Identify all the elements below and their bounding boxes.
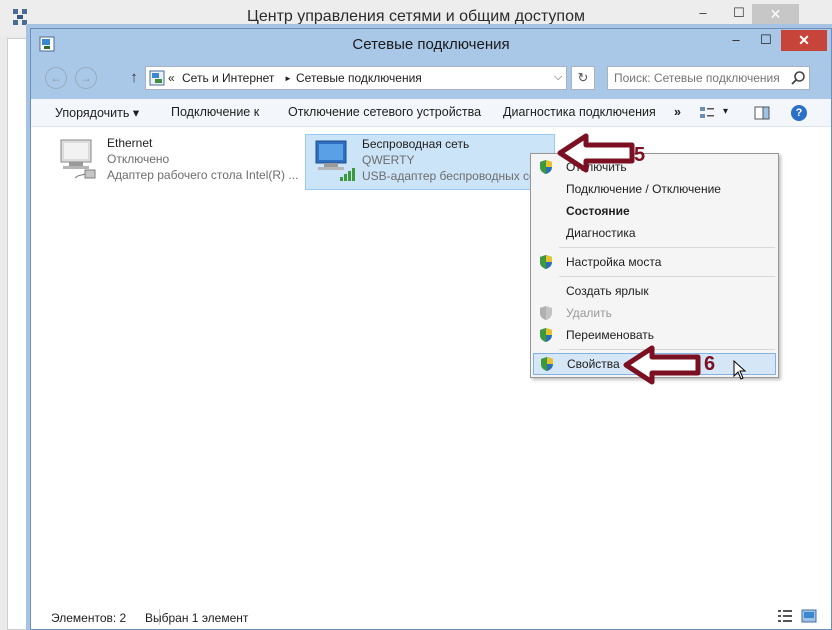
help-button[interactable]: ? — [791, 105, 807, 121]
change-view-icon[interactable] — [698, 104, 716, 122]
more-commands-button[interactable]: » — [674, 105, 681, 119]
crumb-prefix[interactable]: « — [168, 71, 175, 85]
item-status: QWERTY — [362, 153, 415, 167]
menu-label: Состояние — [566, 204, 630, 218]
menu-label: Переименовать — [566, 328, 654, 342]
item-adapter: USB-адаптер беспроводных сетей — [362, 169, 532, 183]
annotation-step-5: 5 — [634, 144, 646, 166]
details-view-icon[interactable] — [777, 609, 793, 623]
menu-connect-disconnect[interactable]: Подключение / Отключение — [533, 178, 776, 200]
uac-shield-icon — [540, 328, 552, 342]
forward-button[interactable]: → — [75, 67, 97, 89]
menu-bridge[interactable]: Настройка моста — [533, 251, 776, 273]
window-titlebar[interactable]: Сетевые подключения – ☐ ✕ — [31, 29, 831, 59]
item-adapter: Адаптер рабочего стола Intel(R) ... — [107, 168, 299, 182]
back-maximize-button[interactable]: ☐ — [726, 5, 752, 25]
wireless-connection[interactable]: Беспроводная сеть QWERTY USB-адаптер бес… — [305, 134, 555, 190]
wireless-adapter-icon — [315, 140, 355, 181]
menu-separator — [559, 247, 775, 248]
diagnose-connection-button[interactable]: Диагностика подключения — [503, 105, 656, 119]
menu-label: Свойства — [567, 357, 620, 371]
back-close-button[interactable]: ✕ — [752, 4, 799, 25]
menu-create-shortcut[interactable]: Создать ярлык — [533, 280, 776, 302]
menu-rename[interactable]: Переименовать — [533, 324, 776, 346]
network-folder-icon — [149, 70, 165, 86]
address-row: ← → ↑ « Сеть и Интернет ► Сетевые подклю… — [31, 59, 831, 99]
menu-label: Удалить — [566, 306, 612, 320]
selection-count: Выбран 1 элемент — [145, 611, 249, 625]
menu-label: Диагностика — [566, 226, 636, 240]
menu-delete[interactable]: Удалить — [533, 302, 776, 324]
search-icon[interactable] — [790, 70, 806, 86]
status-bar: Элементов: 2 Выбран 1 элемент — [31, 597, 831, 629]
mouse-cursor-icon — [733, 360, 747, 380]
window-title: Сетевые подключения — [352, 36, 510, 53]
maximize-button[interactable]: ☐ — [753, 32, 779, 52]
uac-shield-icon — [541, 357, 553, 371]
item-name: Ethernet — [107, 136, 153, 150]
menu-label: Создать ярлык — [566, 284, 649, 298]
breadcrumb-separator[interactable]: ► — [284, 74, 292, 83]
back-button[interactable]: ← — [45, 67, 67, 89]
search-input[interactable] — [614, 70, 784, 86]
item-name: Беспроводная сеть — [362, 137, 470, 151]
menu-status[interactable]: Состояние — [533, 200, 776, 222]
address-bar[interactable]: « Сеть и Интернет ► Сетевые подключения … — [145, 66, 567, 90]
item-count: Элементов: 2 — [51, 611, 127, 625]
minimize-button[interactable]: – — [723, 32, 749, 52]
menu-label: Настройка моста — [566, 255, 662, 269]
ethernet-connection[interactable]: Ethernet Отключено Адаптер рабочего стол… — [51, 130, 301, 186]
large-icons-view-icon[interactable] — [801, 609, 817, 623]
item-status: Отключено — [107, 152, 170, 166]
annotation-arrow-6-icon — [623, 345, 701, 385]
refresh-button[interactable]: ↻ — [571, 66, 595, 90]
address-dropdown-button[interactable]: ⌵ — [554, 71, 562, 84]
search-box[interactable] — [607, 66, 810, 90]
uac-shield-disabled-icon — [540, 306, 552, 320]
preview-pane-icon[interactable] — [753, 104, 771, 122]
up-button[interactable]: ↑ — [125, 69, 143, 87]
organize-button[interactable]: Упорядочить ▾ — [55, 105, 139, 120]
connect-to-button[interactable]: Подключение к — [171, 105, 259, 119]
view-dropdown-button[interactable]: ▾ — [723, 106, 728, 117]
annotation-arrow-5-icon — [557, 133, 635, 173]
command-bar: Упорядочить ▾ Подключение к Отключение с… — [31, 99, 831, 127]
ethernet-adapter-icon — [60, 139, 96, 179]
menu-label: Подключение / Отключение — [566, 182, 721, 196]
menu-diagnostics[interactable]: Диагностика — [533, 222, 776, 244]
uac-shield-icon — [540, 160, 552, 174]
annotation-step-6: 6 — [704, 353, 716, 375]
uac-shield-icon — [540, 255, 552, 269]
breadcrumb-network-internet[interactable]: Сеть и Интернет — [182, 71, 274, 85]
close-button[interactable]: ✕ — [781, 30, 827, 51]
breadcrumb-network-connections[interactable]: Сетевые подключения — [296, 71, 422, 85]
menu-separator — [559, 276, 775, 277]
back-minimize-button[interactable]: – — [690, 5, 716, 25]
disable-device-button[interactable]: Отключение сетевого устройства — [288, 105, 481, 119]
